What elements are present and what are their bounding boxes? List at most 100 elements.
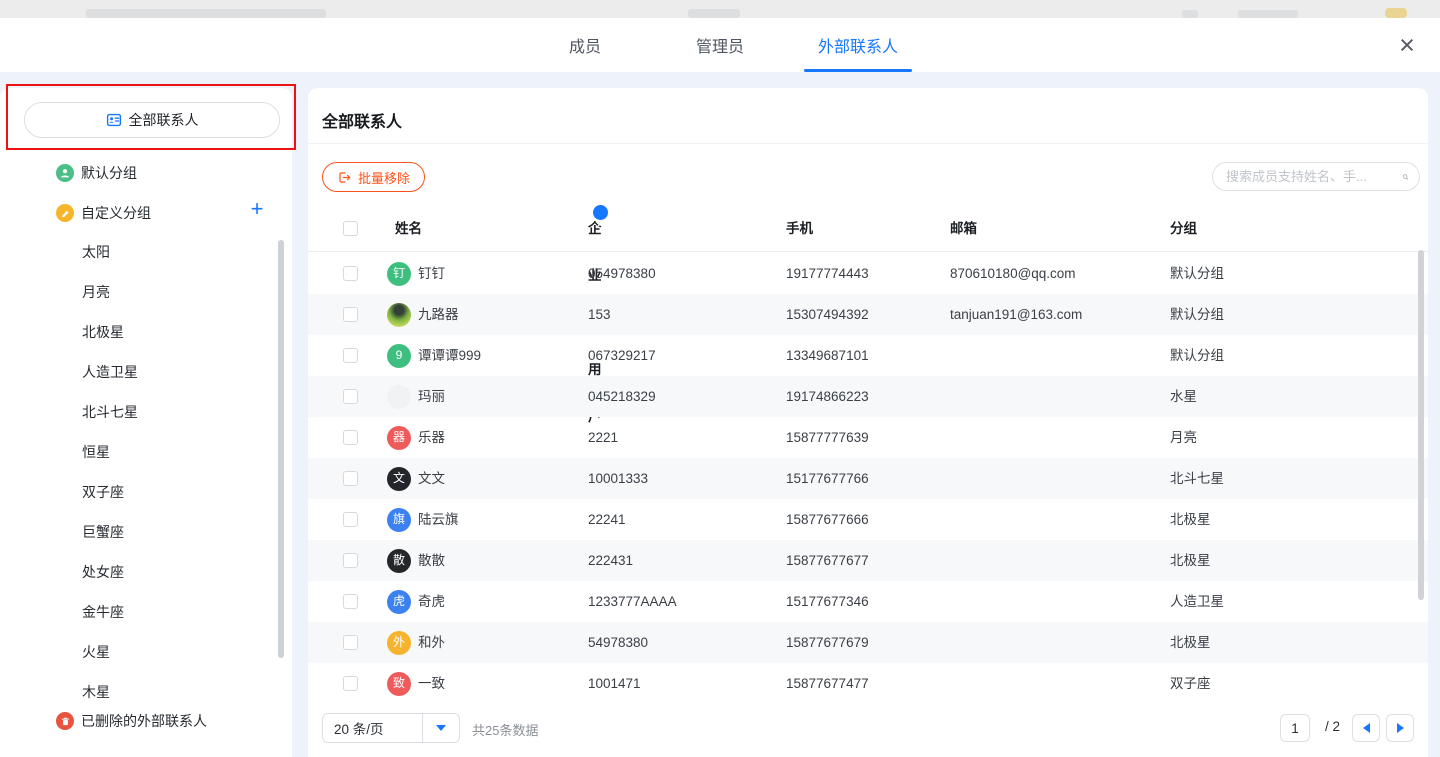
group-cell: 北极星: [1170, 622, 1211, 663]
group-cell: 默认分组: [1170, 294, 1224, 335]
dimmed-blob: [1238, 10, 1298, 18]
sidebar-group-item[interactable]: 人造卫星: [0, 352, 292, 392]
row-checkbox[interactable]: [343, 307, 358, 322]
group-cell: 默认分组: [1170, 253, 1224, 294]
contact-name: 散散: [418, 540, 445, 581]
current-page-input[interactable]: 1: [1280, 714, 1310, 742]
sidebar-group-item[interactable]: 巨蟹座: [0, 512, 292, 552]
prev-page-button[interactable]: [1352, 714, 1380, 742]
phone-cell: 15177677346: [786, 581, 869, 622]
sidebar: 全部联系人 默认分组 自定义分组 + 太阳月亮北极星人造卫星北斗七星恒星双子座巨…: [0, 88, 292, 757]
contact-name: 九路器: [418, 294, 459, 335]
sidebar-scrollbar[interactable]: [278, 240, 284, 658]
close-icon[interactable]: ×: [1390, 28, 1424, 62]
row-checkbox[interactable]: [343, 635, 358, 650]
contact-name: 玛丽: [418, 376, 445, 417]
search-icon[interactable]: [1402, 169, 1409, 185]
table-row[interactable]: 文 文文 10001333 15177677766 北斗七星: [308, 458, 1428, 499]
page-title: 全部联系人: [322, 108, 402, 132]
remove-export-icon: [337, 170, 352, 185]
tab-members[interactable]: 成员: [569, 18, 601, 72]
phone-cell: 15177677766: [786, 458, 869, 499]
contact-name-cell: 9 谭谭谭999: [387, 335, 481, 376]
row-checkbox[interactable]: [343, 512, 358, 527]
row-checkbox[interactable]: [343, 389, 358, 404]
row-checkbox[interactable]: [343, 430, 358, 445]
row-checkbox[interactable]: [343, 348, 358, 363]
contact-name-cell: 虎 奇虎: [387, 581, 445, 622]
contact-name-cell: 玛丽: [387, 376, 445, 417]
contact-name: 陆云旗: [418, 499, 459, 540]
phone-cell: 15877677679: [786, 622, 869, 663]
next-page-button[interactable]: [1386, 714, 1414, 742]
user-id-cell: 1233777AAAA: [588, 581, 677, 622]
table-row[interactable]: 钉 钉钉 054978380 19177774443 870610180@qq.…: [308, 253, 1428, 294]
search-box[interactable]: [1212, 162, 1420, 191]
chevron-down-icon[interactable]: [423, 725, 459, 731]
page-total-label: / 2: [1325, 719, 1340, 734]
table-row[interactable]: 9 谭谭谭999 067329217 13349687101 默认分组: [308, 335, 1428, 376]
column-header-email: 邮箱: [950, 205, 977, 252]
sidebar-group-item[interactable]: 木星: [0, 672, 292, 712]
avatar: 虎: [387, 590, 411, 614]
contact-name-cell: 九路器: [387, 294, 459, 335]
contact-name-cell: 散 散散: [387, 540, 445, 581]
sidebar-group-item[interactable]: 太阳: [0, 232, 292, 272]
tab-admins[interactable]: 管理员: [696, 18, 744, 72]
contacts-dialog: 成员 管理员 外部联系人 × 全部联系人 默认分组 自定义分组: [0, 18, 1440, 757]
default-group-label: 默认分组: [81, 163, 137, 183]
total-count-label: 共25条数据: [472, 720, 538, 739]
batch-remove-button[interactable]: 批量移除: [322, 162, 425, 192]
phone-cell: 19174866223: [786, 376, 869, 417]
table-row[interactable]: 虎 奇虎 1233777AAAA 15177677346 人造卫星: [308, 581, 1428, 622]
sidebar-group-item[interactable]: 火星: [0, 632, 292, 672]
select-all-checkbox[interactable]: [343, 221, 358, 236]
row-checkbox[interactable]: [343, 553, 358, 568]
table-scrollbar[interactable]: [1418, 250, 1424, 600]
table-row[interactable]: 九路器 153 15307494392 tanjuan191@163.com 默…: [308, 294, 1428, 335]
phone-cell: 15877677477: [786, 663, 869, 704]
sidebar-group-item[interactable]: 北极星: [0, 312, 292, 352]
sidebar-group-item[interactable]: 恒星: [0, 432, 292, 472]
column-header-phone: 手机: [786, 205, 813, 252]
contact-name-cell: 器 乐器: [387, 417, 445, 458]
divider: [308, 143, 1428, 144]
sidebar-group-item[interactable]: 双子座: [0, 472, 292, 512]
row-checkbox[interactable]: [343, 594, 358, 609]
dimmed-blob: [688, 9, 740, 18]
tab-external-contacts[interactable]: 外部联系人: [804, 18, 912, 72]
table-row[interactable]: 器 乐器 2221 15877777639 月亮: [308, 417, 1428, 458]
sidebar-group-item[interactable]: 月亮: [0, 272, 292, 312]
avatar: [387, 385, 411, 409]
dimmed-background: [0, 0, 1440, 18]
contact-name-cell: 致 一致: [387, 663, 445, 704]
search-input[interactable]: [1226, 169, 1402, 184]
table-header: 姓名 企业内用户ID? 手机 邮箱 分组: [308, 205, 1428, 252]
phone-cell: 15877677677: [786, 540, 869, 581]
row-checkbox[interactable]: [343, 266, 358, 281]
help-icon[interactable]: ?: [593, 205, 608, 220]
all-contacts-label: 全部联系人: [129, 110, 199, 130]
table-row[interactable]: 玛丽 045218329 19174866223 水星: [308, 376, 1428, 417]
dialog-header: 成员 管理员 外部联系人 ×: [0, 18, 1440, 72]
contact-name: 一致: [418, 663, 445, 704]
sidebar-item-default-group[interactable]: 默认分组: [0, 160, 292, 186]
sidebar-group-item[interactable]: 北斗七星: [0, 392, 292, 432]
all-contacts-button[interactable]: 全部联系人: [24, 102, 280, 138]
dimmed-blob: [86, 9, 326, 18]
page-size-select[interactable]: 20 条/页: [322, 713, 460, 743]
table-row[interactable]: 外 和外 54978380 15877677679 北极星: [308, 622, 1428, 663]
add-group-icon[interactable]: +: [244, 196, 270, 222]
sidebar-group-item[interactable]: 处女座: [0, 552, 292, 592]
person-icon: [56, 164, 74, 182]
row-checkbox[interactable]: [343, 676, 358, 691]
batch-remove-label: 批量移除: [358, 168, 410, 187]
contact-name: 钉钉: [418, 253, 445, 294]
sidebar-item-deleted-contacts[interactable]: 已删除的外部联系人: [0, 708, 292, 734]
table-row[interactable]: 致 一致 1001471 15877677477 双子座: [308, 663, 1428, 704]
sidebar-group-item[interactable]: 金牛座: [0, 592, 292, 632]
table-row[interactable]: 散 散散 222431 15877677677 北极星: [308, 540, 1428, 581]
phone-cell: 19177774443: [786, 253, 869, 294]
table-row[interactable]: 旗 陆云旗 22241 15877677666 北极星: [308, 499, 1428, 540]
row-checkbox[interactable]: [343, 471, 358, 486]
